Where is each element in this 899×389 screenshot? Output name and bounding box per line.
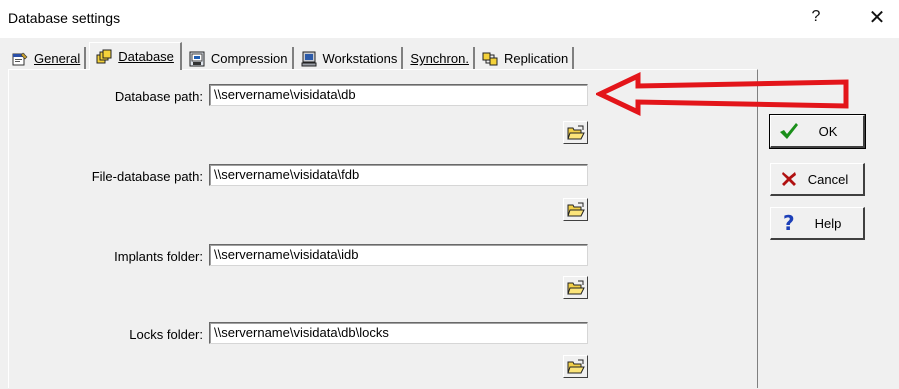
- implants-folder-label: Implants folder:: [114, 249, 203, 264]
- tab-workstations[interactable]: Workstations: [297, 47, 404, 70]
- file-database-path-browse-button[interactable]: [563, 198, 588, 221]
- ok-label: OK: [818, 123, 838, 139]
- tab-strip: General Database Compression Workstation…: [8, 42, 577, 70]
- properties-icon: [12, 51, 28, 67]
- cancel-button[interactable]: Cancel: [770, 163, 865, 196]
- svg-text:?: ?: [783, 213, 795, 233]
- tab-general[interactable]: General: [8, 47, 87, 70]
- window-title: Database settings: [8, 10, 121, 26]
- locks-folder-label: Locks folder:: [129, 327, 203, 342]
- help-title-button[interactable]: ?: [805, 8, 827, 26]
- implants-folder-field[interactable]: \\servername\visidata\idb: [209, 244, 588, 266]
- tab-compression[interactable]: Compression: [185, 47, 294, 70]
- tab-database-label: Database: [118, 49, 174, 64]
- compression-icon: [189, 51, 205, 67]
- question-mark-icon: ?: [779, 213, 799, 233]
- title-bar: Database settings ? ✕: [0, 0, 899, 38]
- help-label: Help: [814, 215, 842, 231]
- close-button[interactable]: ✕: [866, 5, 888, 30]
- database-path-field[interactable]: \\servername\visidata\db: [209, 84, 588, 106]
- replication-icon: [482, 51, 498, 67]
- locks-folder-field[interactable]: \\servername\visidata\db\locks: [209, 322, 588, 344]
- tab-database[interactable]: Database: [89, 42, 182, 70]
- ok-button[interactable]: OK: [769, 114, 866, 149]
- implants-folder-browse-button[interactable]: [563, 276, 588, 299]
- tab-workstations-label: Workstations: [322, 51, 398, 66]
- locks-folder-browse-button[interactable]: [563, 355, 588, 378]
- file-database-path-field[interactable]: \\servername\visidata\fdb: [209, 164, 588, 186]
- tab-general-label: General: [34, 51, 81, 66]
- checkmark-icon: [779, 121, 799, 141]
- file-database-path-label: File-database path:: [91, 169, 203, 184]
- annotation-arrow: [596, 72, 849, 116]
- workstation-icon: [301, 51, 317, 67]
- tab-synchron[interactable]: Synchron.: [406, 47, 475, 70]
- tab-replication-label: Replication: [503, 51, 569, 66]
- help-button[interactable]: ? Help: [770, 207, 865, 240]
- database-path-browse-button[interactable]: [563, 121, 588, 144]
- tab-replication[interactable]: Replication: [478, 47, 575, 70]
- open-folder-icon: [566, 125, 585, 139]
- open-folder-icon: [566, 202, 585, 216]
- tab-synchron-label: Synchron.: [410, 51, 469, 66]
- database-path-label: Database path:: [114, 89, 203, 104]
- cancel-x-icon: [779, 169, 799, 189]
- database-icon: [96, 49, 112, 65]
- tab-compression-label: Compression: [210, 51, 288, 66]
- open-folder-icon: [566, 280, 585, 294]
- cancel-label: Cancel: [807, 171, 849, 187]
- open-folder-icon: [566, 359, 585, 373]
